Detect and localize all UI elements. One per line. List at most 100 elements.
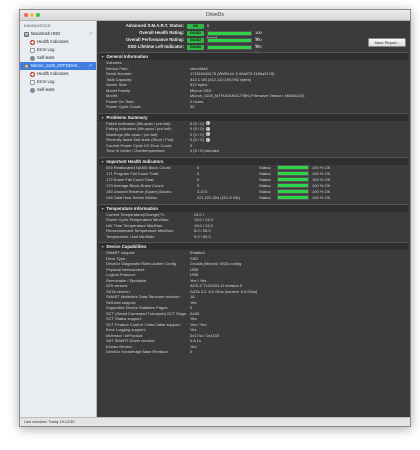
sidebar-item[interactable]: Micron_1100_MTFDDAK… ✓ [20,62,96,70]
section-title: Important Health Indicators [106,158,164,164]
section-title: Temperature Information [106,205,158,211]
info-value: Yes [190,343,197,349]
bar-fill [278,190,308,193]
overview-label: SSD Lifetime Left Indicator: [127,44,184,49]
sidebar-item-label: Macintosh HDD [31,31,61,36]
temperature-value: 5.0 / 60.0 [194,233,211,239]
temperature-header[interactable]: ▼ Temperature Information [99,203,408,212]
info-value: 512.1 GB (512,110,190,592 bytes) [190,76,252,82]
sidebar-item[interactable]: Error Log [20,78,96,86]
info-value: Yes [190,316,197,321]
attribute-value: 221,222,304 (101.5 GB) [197,194,240,200]
capabilities-section: ▼ Device Capabilities SMART support: Enabl… [99,242,408,355]
problems-section: ▼ Problems Summary Failed Indicators (lif… [99,112,408,154]
temperature-value: 19.0 / 24.0 [194,217,213,222]
info-value: 512 bytes [190,82,208,87]
general-info-header[interactable]: ▼ General Information [99,52,408,60]
info-value: 0x3D [190,310,200,316]
attribute-health-bar [277,183,309,188]
disk-icon [24,63,29,69]
capabilities-header[interactable]: ▼ Device Capabilities [99,242,408,250]
info-value: USB [190,266,199,272]
info-icon[interactable]: i [205,121,210,126]
overview-label: Advanced S.M.A.R.T. Status: [125,23,184,28]
attribute-health-bar [277,189,309,194]
info-value: Yes [190,299,197,305]
info-key: Time in Under / Overtemperature: [106,148,166,153]
details-scroll-area[interactable]: ▼ General Information Volumes: Device Path… [97,52,410,417]
section-title: Device Capabilities [106,244,147,249]
info-row: DriveDx Knowledge Base Revision: 0 [99,349,408,355]
health-icon [30,39,35,45]
problems-header[interactable]: ▼ Problems Summary [99,112,408,121]
health-rows: 005 Reallocated NAND Block Count: 0 Status… [99,165,408,201]
info-value: 0 [190,349,193,354]
attribute-health-bar [277,177,309,182]
bar-fill [208,38,251,42]
info-value: 2 hours [190,98,204,104]
info-value: 30 [190,104,195,109]
info-value: Micron_1100_MTFDDAK512TBN (Firmware Vers… [190,93,305,98]
temperature-value: 24.0 / [194,211,205,217]
info-value: Crucial (Micron) SSDs config [190,261,242,266]
save-report-button[interactable]: Save Report... [368,38,406,47]
info-value: 0.8.1s [190,338,201,343]
sidebar: DIAGNOSTICS Macintosh HDD ✓ Health Indicat… [20,21,410,426]
log-icon [30,47,35,53]
sidebar-item-label: Self-tests [37,55,55,60]
problems-rows: Failed Indicators (life-span / pre-fail)… [99,121,408,154]
sidebar-header: DIAGNOSTICS [24,24,51,28]
sidebar-item[interactable]: Self-tests [20,86,96,94]
title-bar: DriveDx [20,10,410,21]
bar-fill [208,45,251,49]
info-value: 0 [190,305,193,310]
bar-fill [208,31,251,35]
info-row: Time in Under / Overtemperature: 0 (0 / 0… [99,148,408,154]
info-value: 0x174c / 0x1153 [190,332,220,338]
sidebar-item[interactable]: Macintosh HDD ✓ [20,30,96,38]
health-section: ▼ Important Health Indicators 005 Realloc… [99,156,408,201]
capabilities-rows: SMART support: Enabled Drive Type: SSD Drive… [99,250,408,355]
bar-fill [278,196,308,199]
info-key: Power Cycle Count: [106,104,142,109]
health-header[interactable]: ▼ Important Health Indicators [99,156,408,165]
info-value: ACS-3 T13/2161-D revision 5 [190,283,243,288]
info-key: DriveDx Knowledge Base Revision: [106,349,169,354]
info-value: 0 (0 / 0) minutes [190,148,219,153]
temperature-value: 19.0 / 24.0 [194,222,213,228]
info-value: 0 [190,142,193,148]
info-icon[interactable]: i [205,137,210,142]
health-attribute-row: 246 Total Host Sector Writes: 221,222,304… [99,195,408,201]
window-title: DriveDx [206,12,224,18]
overview-panel: Advanced S.M.A.R.T. Status: OK 0 issues … [97,21,410,55]
overview-label: Overall Health Rating: [139,30,184,35]
sidebar-item[interactable]: Self-tests [20,54,96,62]
section-title: General Information [106,54,149,59]
info-value: /dev/disk2 [190,65,209,71]
temperature-value: 5.0 / 55.0 [194,228,211,233]
bar-fill [278,184,308,187]
info-row: Power Cycle Count: 30 [99,104,408,110]
temperature-row: Temperature Limit Min/Max: 5.0 / 60.0 [99,234,408,240]
info-value: Yes [190,327,197,332]
attribute-health-bar [277,165,309,170]
info-value: USB [190,272,199,277]
bar-fill [278,178,308,181]
info-icon[interactable]: i [205,126,210,131]
info-value: 0 (0 / 0) [190,126,204,131]
performance-progress-bar [207,37,252,43]
status-badge: GOOD [187,44,204,50]
section-title: Problems Summary [106,114,148,120]
info-icon[interactable]: i [205,132,210,137]
sidebar-item[interactable]: Error Log [20,46,96,54]
lifetime-progress-bar [207,44,252,50]
checkmark-icon: ✓ [88,31,93,37]
sidebar-list: Macintosh HDD ✓ Health Indicators Error Log… [20,30,96,94]
sidebar-item[interactable]: Health Indicators [20,70,96,78]
info-value: 16 [190,294,195,299]
status-badge: GOOD [187,30,204,36]
sidebar-item-label: Error Log [37,79,55,84]
sidebar-item[interactable]: Health Indicators [20,38,96,46]
sidebar-item-label: Health Indicators [37,39,69,44]
temperature-rows: Current Temperature(Change)°C: 24.0 /Powe… [99,212,408,240]
